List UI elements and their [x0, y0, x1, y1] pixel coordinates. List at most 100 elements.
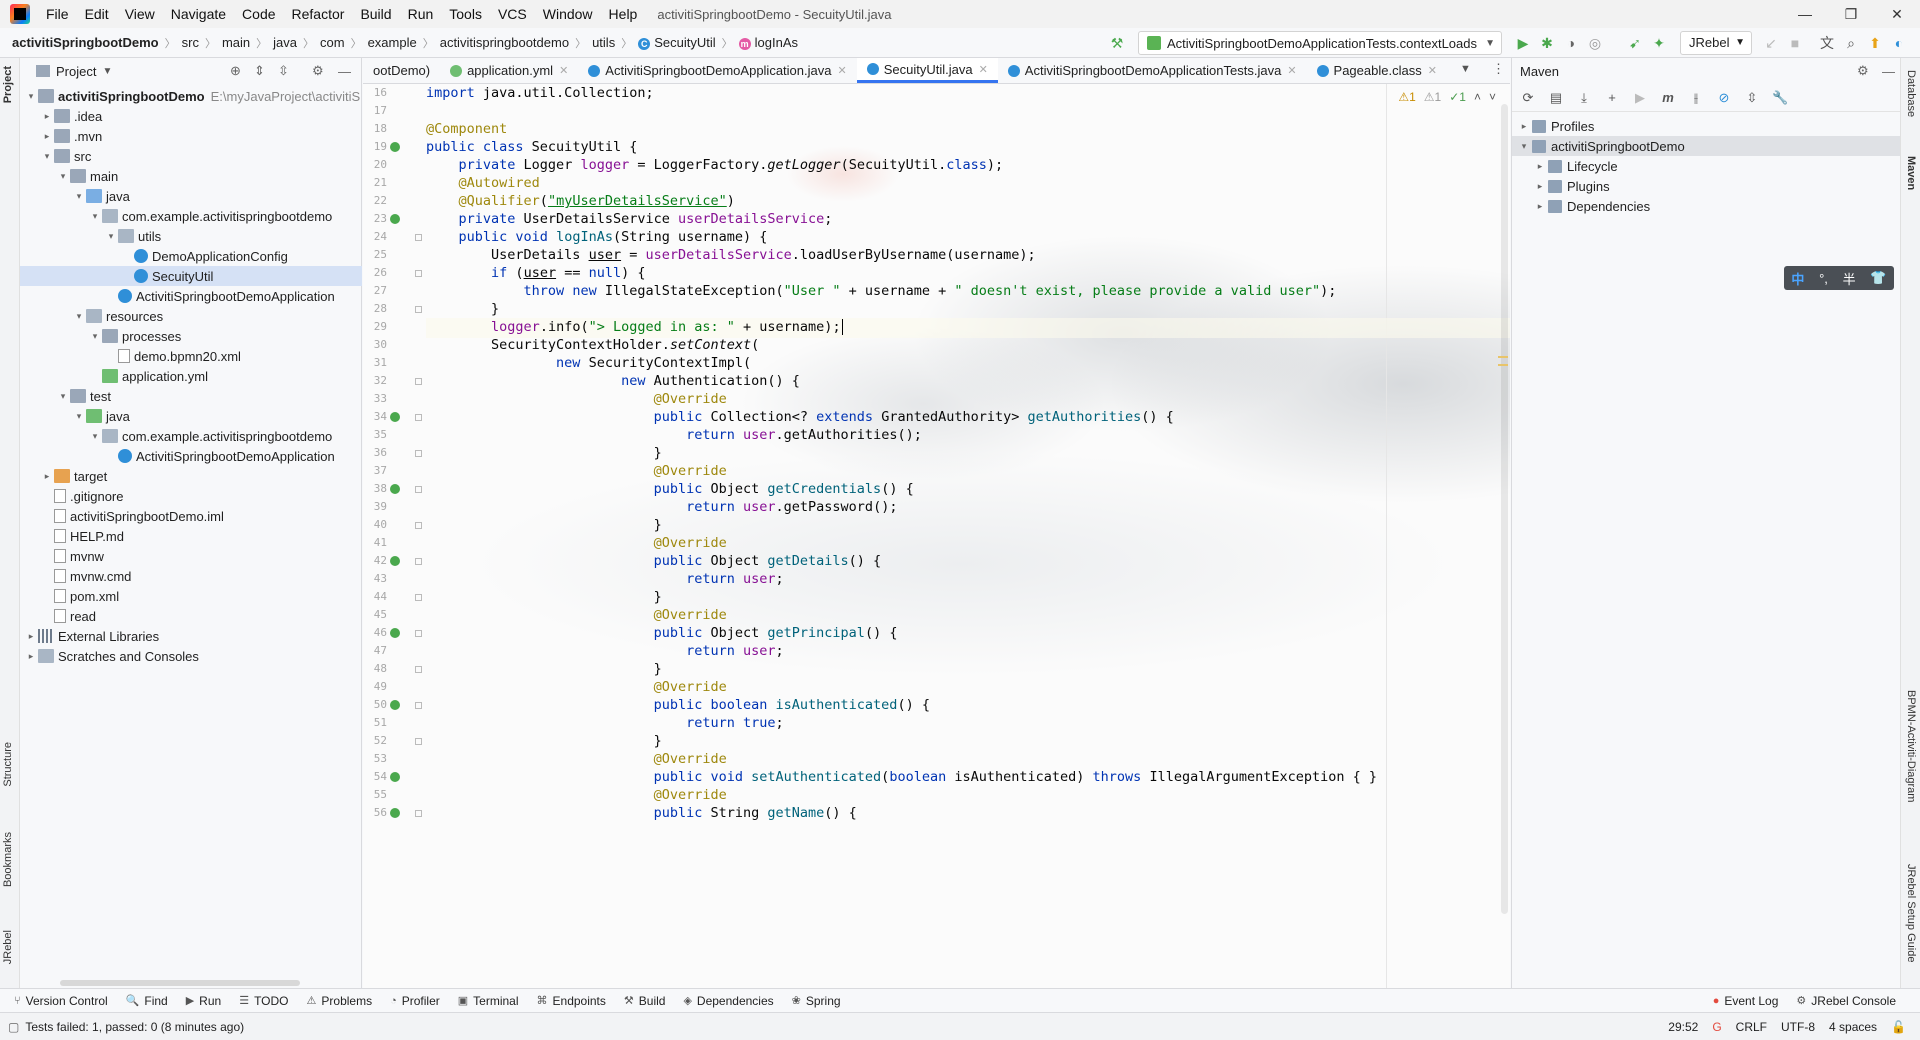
wrench-icon[interactable]: 🔧 — [1772, 90, 1788, 106]
code-line[interactable]: public String getName() { — [426, 805, 857, 821]
fold-marker-icon[interactable] — [415, 810, 422, 817]
chevron-down-icon[interactable]: ▾ — [72, 311, 86, 322]
tool-window-project[interactable]: Project — [2, 66, 14, 103]
override-marker-icon[interactable] — [390, 214, 400, 224]
chevron-down-icon[interactable]: ▾ — [72, 411, 86, 422]
fold-marker-icon[interactable] — [415, 414, 422, 421]
tool-button-todo[interactable]: ☰ TODO — [239, 994, 288, 1008]
override-marker-icon[interactable] — [390, 772, 400, 782]
close-tab-icon[interactable]: ✕ — [979, 63, 988, 76]
tree-item[interactable]: .gitignore — [20, 486, 362, 506]
gear-icon[interactable]: ⚙ — [312, 63, 324, 79]
chevron-down-icon[interactable]: ▾ — [56, 391, 70, 402]
chevron-down-icon[interactable]: ▾ — [104, 231, 118, 242]
tool-window-structure[interactable]: Structure — [2, 742, 14, 787]
code-line[interactable]: } — [426, 661, 662, 677]
tool-window-jrebel[interactable]: JRebel — [2, 930, 14, 964]
code-line[interactable]: } — [426, 733, 662, 749]
chevron-right-icon[interactable]: ▸ — [1532, 201, 1548, 212]
toggle-offline-icon[interactable]: ⫲ — [1688, 90, 1704, 106]
ide-logo-icon[interactable]: ◐ — [1890, 34, 1908, 52]
collapse-icon[interactable]: ⇳ — [1744, 90, 1760, 106]
ime-width[interactable]: 半 — [1843, 269, 1856, 288]
profile-icon[interactable]: ◎ — [1586, 34, 1604, 52]
fold-marker-icon[interactable] — [415, 558, 422, 565]
ime-toolbar[interactable]: 中 °, 半 👕 — [1784, 266, 1894, 290]
code-line[interactable]: } — [426, 589, 662, 605]
maven-tree-item[interactable]: ▸ Plugins — [1512, 176, 1900, 196]
breadcrumb-item[interactable]: C SecuityUtil — [638, 35, 716, 50]
code-line[interactable]: private Logger logger = LoggerFactory.ge… — [426, 157, 1004, 173]
code-line[interactable]: new SecurityContextImpl( — [426, 355, 751, 371]
tree-item[interactable]: application.yml — [20, 366, 362, 386]
code-line[interactable]: @Qualifier("myUserDetailsService") — [426, 193, 735, 209]
tool-window-maven[interactable]: Maven — [1905, 156, 1917, 190]
breadcrumb-item[interactable]: java — [273, 35, 297, 50]
fold-marker-icon[interactable] — [415, 378, 422, 385]
close-tab-icon[interactable]: ✕ — [1428, 64, 1437, 77]
tree-item[interactable]: read — [20, 606, 362, 626]
tree-item[interactable]: HELP.md — [20, 526, 362, 546]
menu-refactor[interactable]: Refactor — [284, 6, 353, 22]
tool-button-terminal[interactable]: ▣ Terminal — [458, 994, 519, 1008]
code-line[interactable]: return user.getPassword(); — [426, 499, 897, 515]
editor-tab[interactable]: ActivitiSpringbootDemoApplicationTests.j… — [998, 58, 1307, 83]
chevron-down-icon[interactable]: ▾ — [88, 331, 102, 342]
code-line[interactable]: return user; — [426, 571, 784, 587]
menu-run[interactable]: Run — [400, 6, 442, 22]
code-line[interactable]: @Override — [426, 391, 727, 407]
code-line[interactable]: @Override — [426, 535, 727, 551]
build-hammer-icon[interactable]: ⚒ — [1108, 34, 1126, 52]
override-marker-icon[interactable] — [390, 142, 400, 152]
tree-item[interactable]: ▾ java — [20, 186, 362, 206]
lock-icon[interactable]: 🔓 — [1891, 1020, 1906, 1034]
fold-marker-icon[interactable] — [415, 306, 422, 313]
maven-tree-item[interactable]: ▸ Lifecycle — [1512, 156, 1900, 176]
code-line[interactable]: } — [426, 517, 662, 533]
tree-item[interactable]: ▾ utils — [20, 226, 362, 246]
translate-icon[interactable]: 文 — [1818, 34, 1836, 52]
tool-button-run[interactable]: ▶ Run — [186, 994, 221, 1008]
override-marker-icon[interactable] — [390, 808, 400, 818]
search-icon[interactable]: ⌕ — [1842, 34, 1860, 52]
menu-help[interactable]: Help — [601, 6, 646, 22]
tool-window-jrebel-guide[interactable]: JRebel Setup Guide — [1905, 864, 1917, 962]
scroll-thumb[interactable] — [1501, 104, 1508, 914]
coverage-icon[interactable]: ◑ — [1562, 34, 1580, 52]
tool-button-profiler[interactable]: ◔ Profiler — [390, 994, 440, 1008]
file-encoding[interactable]: UTF-8 — [1781, 1020, 1815, 1034]
chevron-up-icon[interactable]: ˄ — [1474, 90, 1481, 104]
override-marker-icon[interactable] — [390, 556, 400, 566]
editor-tab[interactable]: ootDemo) — [363, 58, 440, 83]
maven-goal-icon[interactable]: m — [1660, 90, 1676, 105]
tool-button-spring[interactable]: ❀ Spring — [792, 994, 841, 1008]
chevron-right-icon[interactable]: ▸ — [40, 111, 54, 122]
chevron-right-icon[interactable]: ▸ — [1532, 181, 1548, 192]
code-line[interactable]: @Autowired — [426, 175, 540, 191]
tree-item[interactable]: ▸ target — [20, 466, 362, 486]
code-line[interactable]: @Override — [426, 463, 727, 479]
tool-button-build[interactable]: ⚒ Build — [624, 994, 666, 1008]
tree-item[interactable]: ▾ processes — [20, 326, 362, 346]
code-line[interactable]: @Override — [426, 787, 727, 803]
override-marker-icon[interactable] — [390, 412, 400, 422]
fold-marker-icon[interactable] — [415, 738, 422, 745]
code-line[interactable]: new Authentication() { — [426, 373, 800, 389]
fold-marker-icon[interactable] — [415, 522, 422, 529]
status-square-icon[interactable]: ▢ — [8, 1020, 19, 1034]
gear-icon[interactable]: ⚙ — [1857, 63, 1869, 79]
tool-button-problems[interactable]: ⚠ Problems — [307, 994, 373, 1008]
menu-window[interactable]: Window — [535, 6, 601, 22]
close-icon[interactable]: ✕ — [1874, 0, 1920, 28]
tree-item[interactable]: pom.xml — [20, 586, 362, 606]
collapse-all-icon[interactable]: ⇳ — [278, 63, 289, 79]
plus-icon[interactable]: + — [1604, 90, 1620, 105]
code-line[interactable]: return user.getAuthorities(); — [426, 427, 922, 443]
code-line[interactable]: public Object getCredentials() { — [426, 481, 914, 497]
menu-view[interactable]: View — [117, 6, 163, 22]
line-separator[interactable]: CRLF — [1736, 1020, 1767, 1034]
chevron-down-icon[interactable]: ˅ — [1489, 90, 1496, 104]
tool-button-version-control[interactable]: ⑂ Version Control — [14, 994, 108, 1008]
tree-item[interactable]: ▾ activitiSpringbootDemo E:\myJavaProject\… — [20, 86, 362, 106]
maven-tree-item[interactable]: ▸ Profiles — [1512, 116, 1900, 136]
